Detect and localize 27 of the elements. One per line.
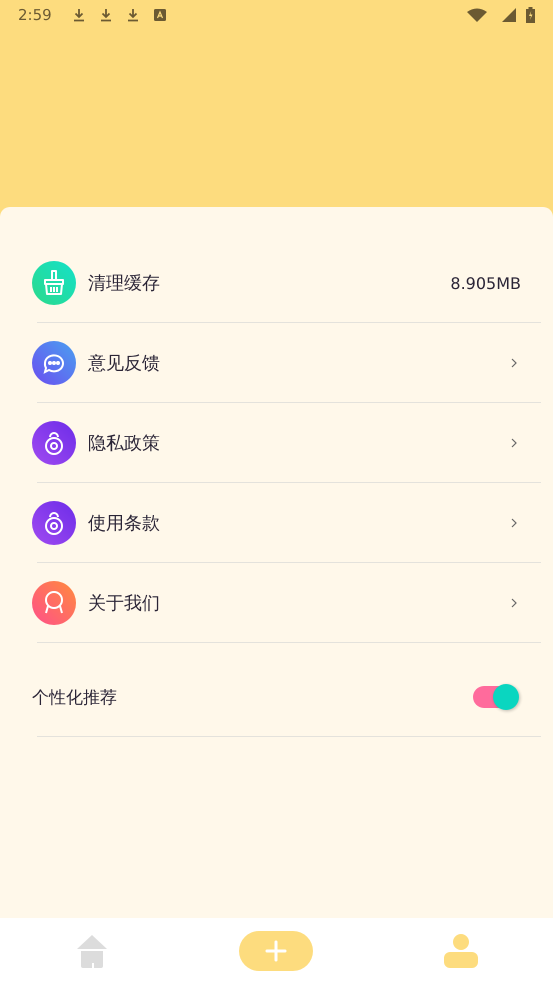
wifi-icon bbox=[467, 8, 487, 22]
app-notification-icon bbox=[154, 9, 166, 21]
item-label: 关于我们 bbox=[88, 592, 161, 615]
battery-icon bbox=[526, 7, 535, 23]
chevron-icon bbox=[511, 438, 517, 448]
profile-icon[interactable] bbox=[442, 933, 479, 969]
ribbon-icon bbox=[32, 581, 76, 625]
toggle-switch[interactable] bbox=[473, 686, 517, 708]
plus-icon bbox=[264, 939, 288, 963]
download-icon bbox=[126, 8, 139, 22]
download-icon bbox=[100, 8, 112, 22]
item-label: 清理缓存 bbox=[88, 272, 161, 295]
signal-icon bbox=[502, 8, 516, 22]
chevron-icon bbox=[511, 598, 517, 608]
toggle-label: 个性化推荐 bbox=[32, 686, 118, 708]
chat-icon bbox=[32, 341, 76, 385]
chevron-icon bbox=[511, 358, 517, 368]
add-button[interactable] bbox=[239, 931, 314, 971]
item-label: 使用条款 bbox=[88, 512, 161, 535]
status-time: 2:59 bbox=[18, 6, 52, 24]
lock-icon bbox=[32, 421, 76, 465]
lock-icon bbox=[32, 501, 76, 545]
cache-size: 8.905MB bbox=[450, 274, 521, 292]
item-label: 意见反馈 bbox=[88, 352, 161, 375]
download-icon bbox=[72, 8, 85, 22]
chevron-icon bbox=[511, 518, 517, 528]
item-label: 隐私政策 bbox=[88, 432, 161, 455]
